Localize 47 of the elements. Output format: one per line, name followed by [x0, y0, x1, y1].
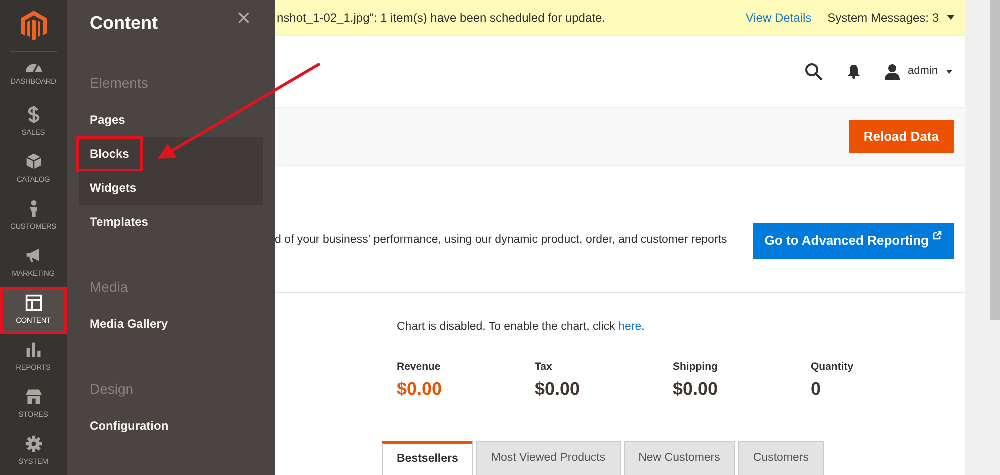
stat-label: Shipping — [673, 360, 719, 376]
advanced-reporting-text: d of your business' performance, using our dynamic product, order, and customer reports — [275, 233, 728, 248]
user-name[interactable]: admin — [908, 63, 938, 80]
enable-chart-link[interactable]: here — [618, 321, 642, 333]
scrollbar-thumb[interactable] — [990, 0, 1000, 320]
tab[interactable]: Bestsellers — [382, 441, 474, 475]
section-heading: Elements — [89, 74, 150, 92]
stat-label: Quantity — [811, 360, 855, 376]
caret-icon[interactable] — [946, 70, 953, 74]
gear-icon — [24, 435, 42, 454]
stat-label: Revenue — [397, 360, 442, 376]
bar-chart-icon — [24, 341, 42, 360]
gauge-icon — [24, 64, 42, 73]
message-text: nshot_1-02_1.jpg": 1 item(s) have been scheduled for update. — [277, 10, 606, 26]
reload-data-button[interactable]: Reload Data — [848, 120, 954, 154]
system-messages-label: System Messages: 3 — [828, 10, 939, 26]
storefront-icon — [24, 388, 42, 406]
section-heading: Design — [89, 380, 135, 399]
external-link-icon — [933, 231, 942, 240]
stat-value: $0.00 — [535, 378, 582, 401]
close-button[interactable]: × — [230, 6, 257, 32]
megaphone-icon — [24, 247, 42, 266]
stat-value: $0.00 — [397, 378, 444, 401]
advanced-reporting-button[interactable]: Go to Advanced Reporting — [752, 223, 954, 259]
stat-label: Tax — [535, 360, 554, 376]
menu-item[interactable]: Blocks — [79, 137, 263, 171]
menu-item[interactable]: Pages — [79, 103, 263, 137]
layout-icon — [24, 294, 42, 312]
stat-value: 0 — [811, 378, 822, 401]
chart-disabled-notice: Chart is disabled. To enable the chart, click here. — [397, 320, 646, 335]
flyout-title: Content — [90, 12, 158, 35]
bell-icon[interactable] — [847, 64, 862, 79]
menu-item[interactable]: Widgets — [79, 171, 263, 205]
caret-icon[interactable] — [947, 15, 955, 20]
tab[interactable]: Customers — [738, 441, 824, 475]
view-details-link[interactable]: View Details — [746, 8, 812, 26]
tab[interactable]: New Customers — [624, 441, 736, 475]
tab[interactable]: Most Viewed Products — [476, 441, 621, 475]
menu-item[interactable]: Templates — [79, 205, 263, 239]
menu-item[interactable]: Configuration — [79, 409, 263, 443]
menu-item[interactable]: Media Gallery — [79, 307, 263, 341]
user-icon[interactable] — [885, 64, 900, 80]
section-heading: Media — [89, 278, 130, 296]
stat-value: $0.00 — [673, 378, 720, 401]
logo-icon — [20, 10, 46, 40]
search-icon[interactable] — [805, 62, 824, 80]
box-icon — [24, 153, 42, 172]
